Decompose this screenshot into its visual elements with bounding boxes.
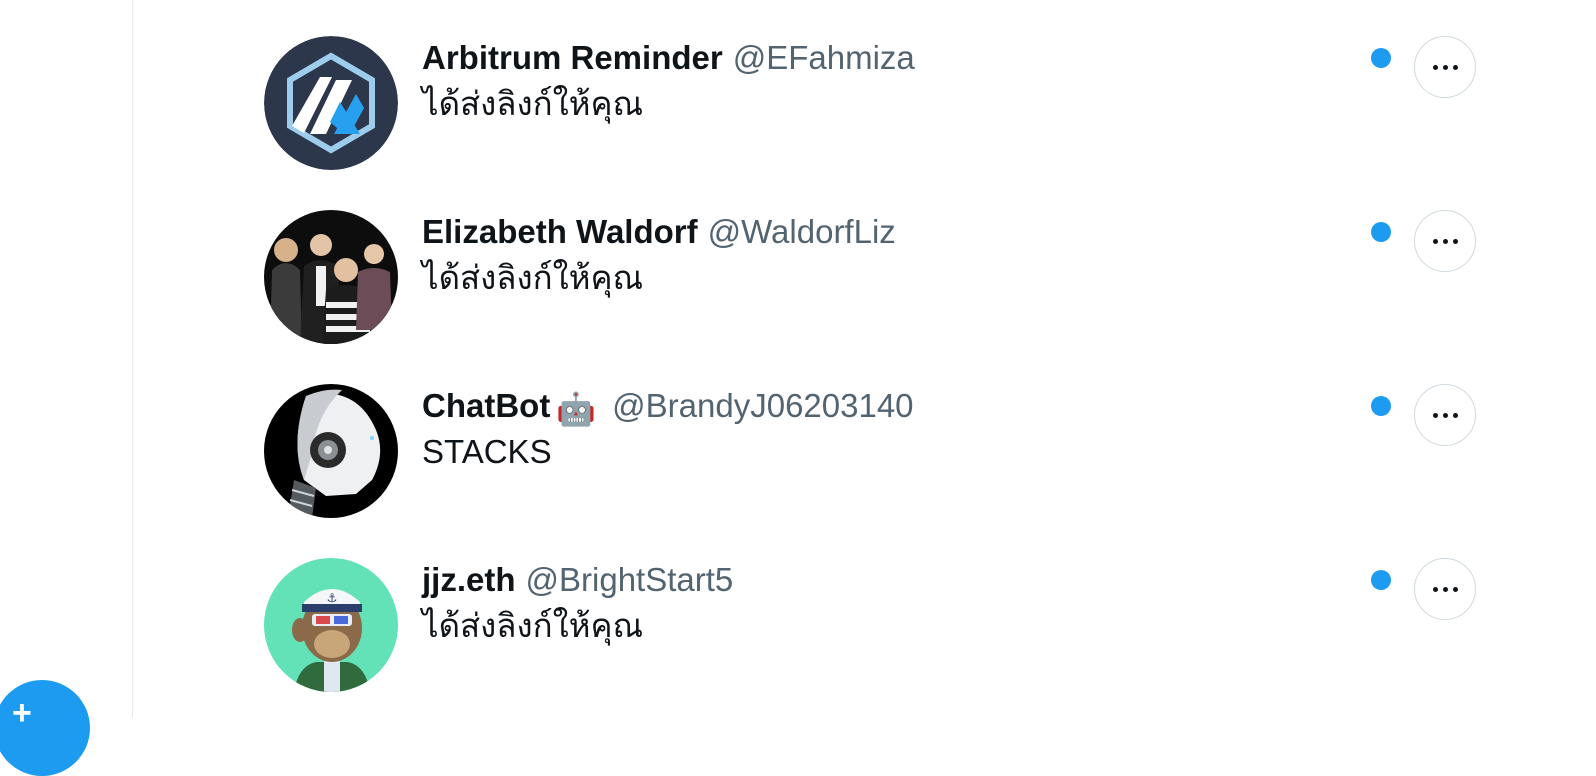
compose-button[interactable]: + <box>0 680 90 776</box>
message-preview: ได้ส่งลิงก์ให้คุณ <box>422 85 644 122</box>
robot-icon <box>264 384 398 518</box>
robot-emoji-icon: 🤖 <box>556 391 597 427</box>
avatar[interactable] <box>264 210 398 344</box>
message-preview: ได้ส่งลิงก์ให้คุณ <box>422 259 644 296</box>
sender-name[interactable]: jjz.eth <box>422 561 516 598</box>
more-horizontal-icon <box>1432 586 1458 592</box>
sender-handle: @WaldorfLiz <box>707 213 896 250</box>
avatar[interactable] <box>264 384 398 518</box>
more-options-button[interactable] <box>1414 558 1476 620</box>
message-preview: ได้ส่งลิงก์ให้คุณ <box>422 607 644 644</box>
conversation-item[interactable]: ⚓ jjz.eth @BrightStart5 ได้ส่งลิงก์ให้คุณ <box>132 522 1596 699</box>
family-photo-icon <box>264 210 398 344</box>
sender-handle: @BrandyJ06203140 <box>612 387 914 424</box>
sender-name[interactable]: Elizabeth Waldorf <box>422 213 698 250</box>
sender-name[interactable]: Arbitrum Reminder <box>422 39 723 76</box>
svg-text:⚓: ⚓ <box>327 591 338 605</box>
sender-handle: @EFahmiza <box>732 39 915 76</box>
avatar[interactable] <box>264 36 398 170</box>
message-preview: STACKS <box>422 433 552 470</box>
sender-handle: @BrightStart5 <box>525 561 734 598</box>
more-options-button[interactable] <box>1414 384 1476 446</box>
unread-dot-icon <box>1371 396 1391 416</box>
conversation-item[interactable]: Elizabeth Waldorf @WaldorfLiz ได้ส่งลิงก์… <box>132 174 1596 351</box>
more-options-button[interactable] <box>1414 210 1476 272</box>
arbitrum-logo-icon <box>264 36 398 170</box>
conversation-item[interactable]: Arbitrum Reminder @EFahmiza ได้ส่งลิงก์ให… <box>132 0 1596 177</box>
unread-dot-icon <box>1371 48 1391 68</box>
more-horizontal-icon <box>1432 238 1458 244</box>
more-horizontal-icon <box>1432 412 1458 418</box>
sender-name[interactable]: ChatBot <box>422 387 550 424</box>
avatar[interactable]: ⚓ <box>264 558 398 692</box>
ape-nft-icon: ⚓ <box>264 558 398 692</box>
left-nav-rail: + <box>0 0 133 776</box>
plus-icon: + <box>12 694 32 732</box>
more-options-button[interactable] <box>1414 36 1476 98</box>
unread-dot-icon <box>1371 570 1391 590</box>
more-horizontal-icon <box>1432 64 1458 70</box>
unread-dot-icon <box>1371 222 1391 242</box>
conversation-item[interactable]: ChatBot 🤖 @BrandyJ06203140 STACKS <box>132 348 1596 525</box>
